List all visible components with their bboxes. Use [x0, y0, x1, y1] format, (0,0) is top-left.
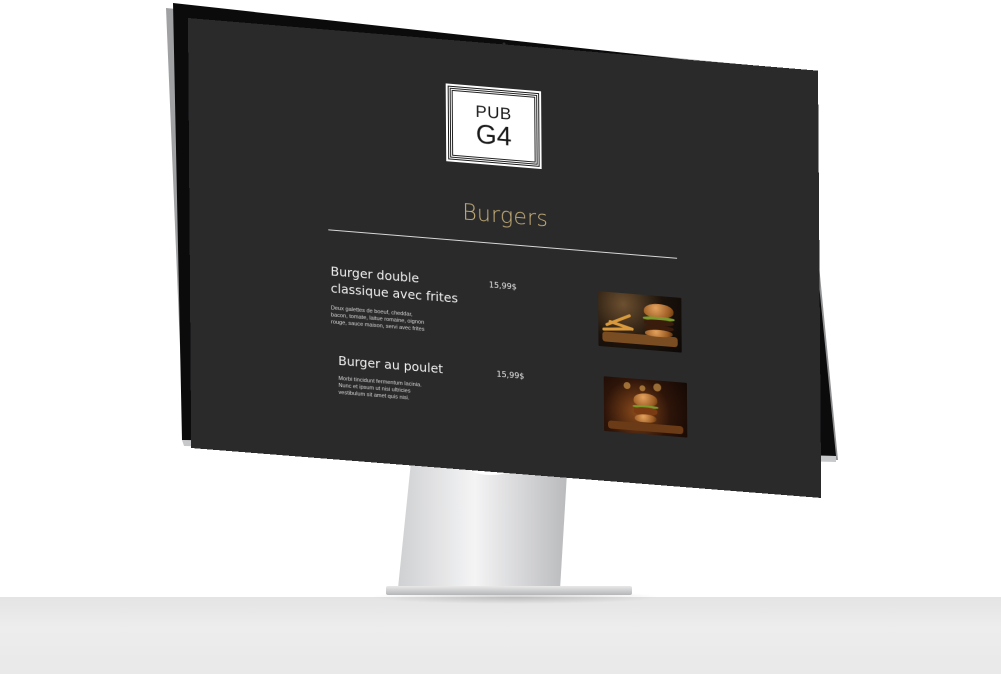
chicken-burger-image[interactable] [604, 376, 688, 437]
menu-item-price: 15,99$ [489, 280, 517, 291]
site-logo[interactable]: PUB G4 [446, 83, 542, 169]
website-screen: PUB G4 Burgers Burger double classique a… [188, 18, 821, 498]
menu-item[interactable]: Burger double classique avec frites Deux… [331, 262, 471, 337]
bokeh-light [624, 382, 631, 390]
menu-item-description: Morbi tincidunt fermentum lacinia. Nunc … [338, 376, 434, 405]
logo-text-line2: G4 [476, 120, 512, 150]
bokeh-light [639, 385, 645, 391]
menu-item-price: 15,99$ [496, 370, 524, 381]
burger-fries-image[interactable] [598, 291, 682, 352]
menu-item-description: Deux galettes de boeuf, cheddar, bacon, … [331, 305, 427, 334]
bokeh-light [653, 383, 661, 392]
logo-frame: PUB G4 [452, 90, 536, 163]
menu-item[interactable]: Burger au poulet Morbi tincidunt ferment… [338, 352, 478, 408]
menu-item-name: Burger au poulet [338, 352, 478, 380]
menu-item-name: Burger double classique avec frites [331, 262, 471, 307]
fries-shape [602, 327, 632, 330]
